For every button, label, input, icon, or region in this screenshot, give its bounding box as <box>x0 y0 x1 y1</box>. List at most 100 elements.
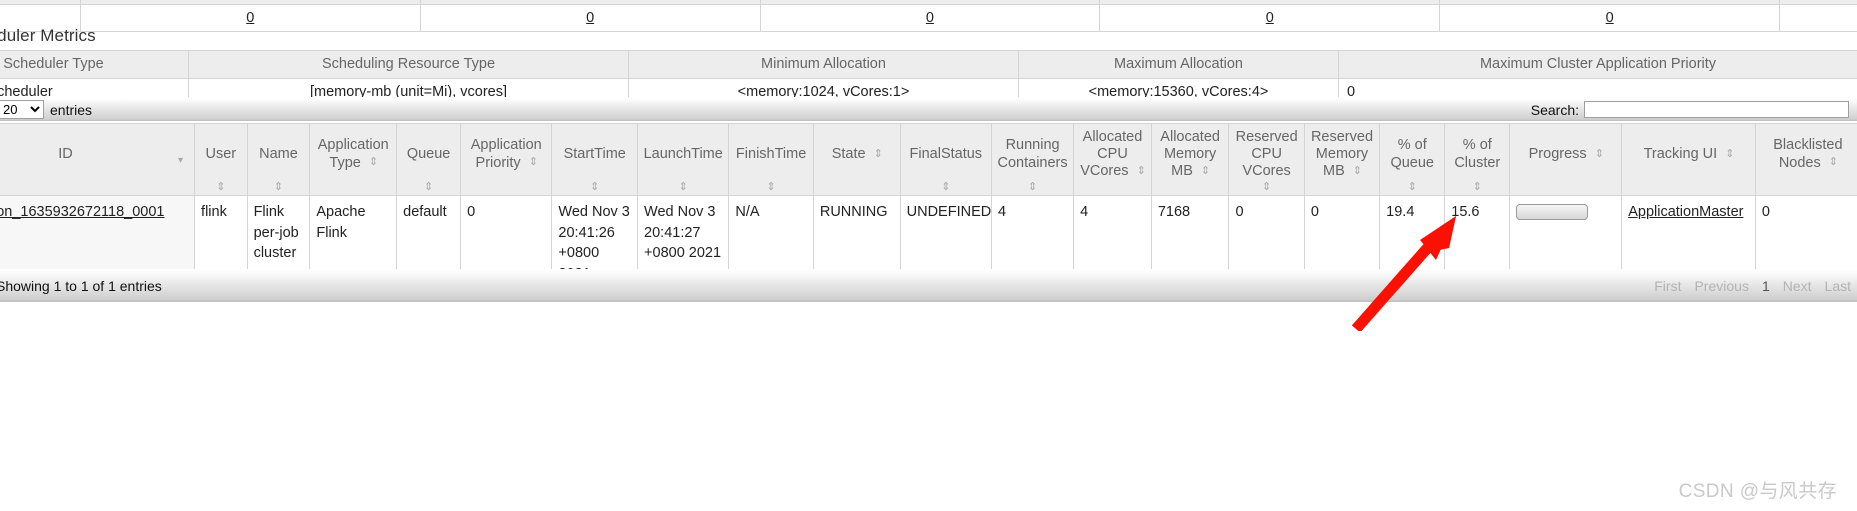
column-header-launchtime[interactable]: LaunchTime ⇕ <box>637 123 730 196</box>
sort-arrows-icon: ⇕ <box>766 181 776 193</box>
column-header-pct-of-cluster-label: % of Cluster <box>1454 137 1501 171</box>
sort-arrows-icon: ⇕ <box>1828 156 1838 169</box>
column-header-user[interactable]: User ⇕ <box>194 123 248 196</box>
column-header-tracking-ui-label: Tracking UI <box>1643 145 1718 162</box>
entries-length-select[interactable]: 20 50 100 <box>0 100 44 119</box>
datatable-controls-bar: 20 50 100 entries Search: <box>0 97 1857 121</box>
sort-arrows-icon: ⇕ <box>590 181 600 193</box>
pagination-last-button[interactable]: Last <box>1825 278 1851 294</box>
sort-descending-icon: ▾ <box>178 155 184 167</box>
sort-arrows-icon: ⇕ <box>1352 164 1362 177</box>
sort-arrows-icon: ⇕ <box>528 156 538 169</box>
scheduler-header-scheduling-resource-type: Scheduling Resource Type <box>188 49 629 80</box>
column-header-allocated-memory-mb[interactable]: Allocated Memory MB ⇕ <box>1150 123 1230 196</box>
sort-arrows-icon: ⇕ <box>873 147 883 160</box>
column-header-finishtime[interactable]: FinishTime ⇕ <box>728 123 814 196</box>
scheduler-header-max-cluster-app-priority: Maximum Cluster Application Priority <box>1338 49 1857 80</box>
scheduler-header-minimum-allocation: Minimum Allocation <box>628 49 1019 80</box>
column-header-finalstatus[interactable]: FinalStatus ⇕ <box>899 123 992 196</box>
search-input[interactable] <box>1584 101 1849 118</box>
column-header-pct-of-cluster[interactable]: % of Cluster ⇕ <box>1444 123 1511 196</box>
sort-arrows-icon: ⇕ <box>1472 181 1482 193</box>
sort-arrows-icon: ⇕ <box>216 181 226 193</box>
column-header-reserved-memory-mb-label: Reserved Memory MB <box>1310 128 1374 180</box>
column-header-running-containers[interactable]: Running Containers ⇕ <box>990 123 1075 196</box>
datatable-footer-bar: Showing 1 to 1 of 1 entries First Previo… <box>0 269 1857 302</box>
decommissioning-nodes-link[interactable]: 0 <box>246 10 254 26</box>
scheduler-metrics-heading: Scheduler Metrics <box>0 26 96 45</box>
unhealthy-nodes-link[interactable]: 0 <box>1266 10 1274 26</box>
column-header-application-priority[interactable]: Application Priority ⇕ <box>460 123 553 196</box>
scheduler-metrics-header-row: Scheduler Type Scheduling Resource Type … <box>0 49 1857 80</box>
lost-nodes-link[interactable]: 0 <box>926 10 934 26</box>
pagination-previous-button[interactable]: Previous <box>1694 278 1748 294</box>
column-header-starttime[interactable]: StartTime ⇕ <box>551 123 639 196</box>
column-header-allocated-memory-mb-label: Allocated Memory MB <box>1160 128 1220 180</box>
cluster-metrics-cell-shutdown-nodes: 0 <box>1779 4 1857 33</box>
column-header-pct-of-queue-label: % of Queue <box>1390 137 1434 171</box>
column-header-state-label: State <box>831 145 866 162</box>
column-header-starttime-label: StartTime <box>563 145 626 162</box>
progress-bar <box>1516 204 1589 221</box>
sort-arrows-icon: ⇕ <box>1262 181 1272 193</box>
search-filter-control: Search: <box>1531 101 1849 118</box>
sort-arrows-icon: ⇕ <box>273 181 284 193</box>
sort-arrows-icon: ⇕ <box>1594 147 1604 160</box>
csdn-watermark: CSDN @与风共存 <box>1678 481 1837 502</box>
decommissioned-nodes-link[interactable]: 0 <box>586 10 594 26</box>
yarn-resourcemanager-screen: Active Nodes Decommissioning Nodes Decom… <box>0 0 1857 511</box>
column-header-progress-label: Progress <box>1528 145 1587 162</box>
sort-arrows-icon: ⇕ <box>1027 181 1038 193</box>
pagination-page-1-button[interactable]: 1 <box>1762 278 1770 294</box>
sort-arrows-icon: ⇕ <box>678 181 688 193</box>
pagination-control: First Previous 1 Next Last <box>1654 278 1851 294</box>
column-header-name[interactable]: Name ⇕ <box>246 123 311 196</box>
column-header-id[interactable]: ID ▾ <box>0 123 196 196</box>
pagination-first-button[interactable]: First <box>1654 278 1681 294</box>
cluster-metrics-cell-decommissioned-nodes: 0 <box>419 4 761 33</box>
application-master-link[interactable]: ApplicationMaster <box>1628 204 1743 220</box>
rebooted-nodes-link[interactable]: 0 <box>1606 10 1614 26</box>
column-header-application-type[interactable]: Application Type ⇕ <box>309 123 398 196</box>
column-header-reserved-cpu-vcores[interactable]: Reserved CPU VCores ⇕ <box>1228 123 1305 196</box>
column-header-id-label: ID <box>58 145 73 162</box>
column-header-finalstatus-label: FinalStatus <box>909 145 983 162</box>
cluster-metrics-cell-lost-nodes: 0 <box>759 4 1101 33</box>
entries-length-control: 20 50 100 entries <box>0 100 92 119</box>
cluster-metrics-cell-decommissioning-nodes: 0 <box>79 4 421 33</box>
column-header-queue-label: Queue <box>406 145 451 162</box>
sort-arrows-icon: ⇕ <box>368 156 378 169</box>
cluster-node-metrics-table: Active Nodes Decommissioning Nodes Decom… <box>0 0 1857 33</box>
applications-table-header-row: ID ▾ User ⇕ Name ⇕ Application Type ⇕ Que… <box>0 123 1857 196</box>
search-label: Search: <box>1530 101 1579 118</box>
pagination-next-button[interactable]: Next <box>1783 278 1812 294</box>
sort-arrows-icon: ⇕ <box>1136 164 1146 177</box>
application-id-link[interactable]: application_1635932672118_0001 <box>0 204 164 220</box>
column-header-pct-of-queue[interactable]: % of Queue ⇕ <box>1379 123 1446 196</box>
column-header-launchtime-label: LaunchTime <box>643 145 723 162</box>
scheduler-header-maximum-allocation: Maximum Allocation <box>1018 49 1339 80</box>
column-header-name-label: Name <box>259 145 298 162</box>
applications-table: ID ▾ User ⇕ Name ⇕ Application Type ⇕ Que… <box>0 123 1857 292</box>
column-header-user-label: User <box>205 145 237 162</box>
column-header-allocated-cpu-vcores-label: Allocated CPU VCores <box>1080 128 1143 180</box>
column-header-progress[interactable]: Progress ⇕ <box>1509 123 1623 196</box>
sort-arrows-icon: ⇕ <box>941 181 951 193</box>
column-header-running-containers-label: Running Containers <box>997 137 1068 171</box>
sort-arrows-icon: ⇕ <box>1407 181 1417 193</box>
column-header-blacklisted-nodes[interactable]: Blacklisted Nodes ⇕ <box>1754 123 1857 196</box>
column-header-state[interactable]: State ⇕ <box>812 123 901 196</box>
cluster-metrics-value-row: 0 0 0 0 0 0 0 <box>0 4 1857 33</box>
column-header-application-type-label: Application Type <box>317 137 389 171</box>
column-header-finishtime-label: FinishTime <box>735 145 807 162</box>
sort-arrows-icon: ⇕ <box>1725 147 1734 160</box>
scheduler-header-scheduler-type: Scheduler Type <box>0 49 189 80</box>
column-header-allocated-cpu-vcores[interactable]: Allocated CPU VCores ⇕ <box>1073 123 1152 196</box>
cluster-metrics-cell-unhealthy-nodes: 0 <box>1099 4 1441 33</box>
entries-label: entries <box>50 101 93 118</box>
sort-arrows-icon: ⇕ <box>423 181 434 193</box>
column-header-reserved-memory-mb[interactable]: Reserved Memory MB ⇕ <box>1303 123 1381 196</box>
column-header-queue[interactable]: Queue ⇕ <box>396 123 462 196</box>
column-header-tracking-ui[interactable]: Tracking UI ⇕ <box>1621 123 1756 196</box>
sort-arrows-icon: ⇕ <box>1200 164 1210 177</box>
